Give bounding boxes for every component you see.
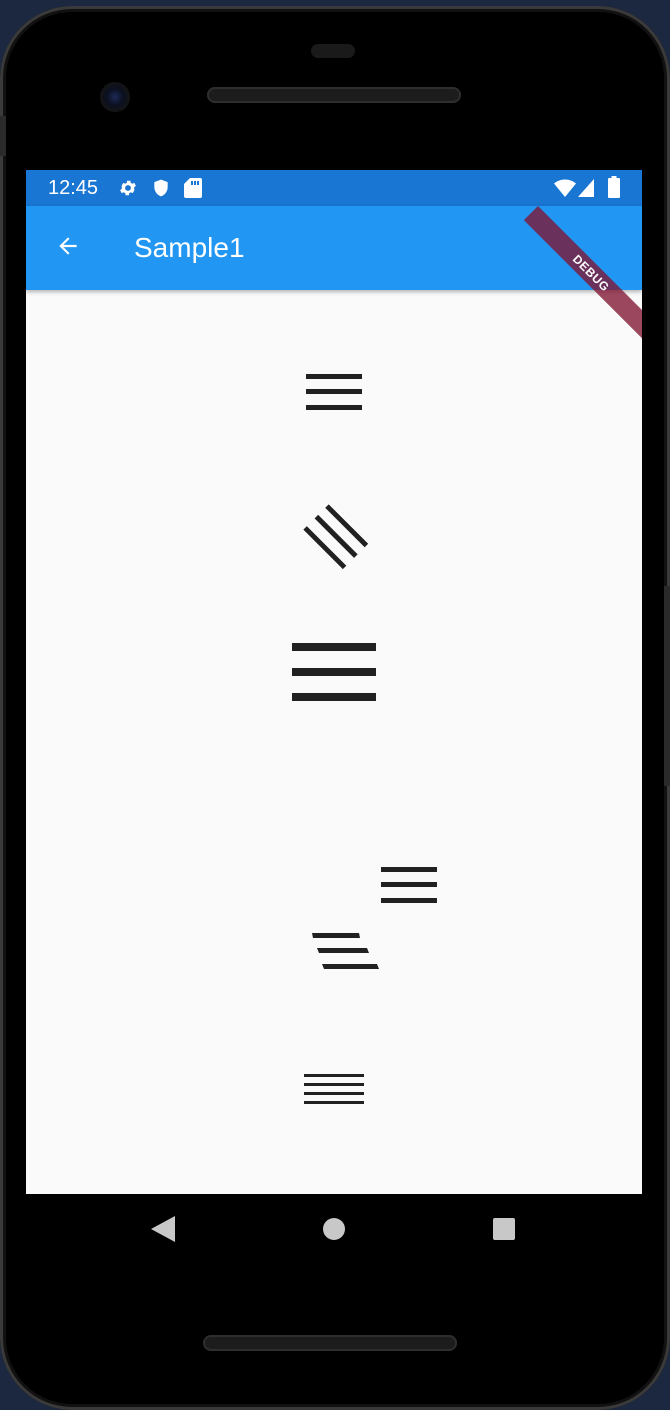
system-nav-bar [26, 1194, 642, 1266]
menu-icon-large [292, 643, 376, 706]
back-button[interactable] [42, 222, 94, 274]
status-time: 12:45 [48, 177, 99, 199]
signal-icon [578, 179, 594, 202]
bottom-speaker-grille [203, 1335, 457, 1351]
earpiece [311, 44, 355, 58]
home-circle-icon [322, 1217, 346, 1246]
nav-home-button[interactable] [319, 1216, 349, 1246]
side-button-left [0, 116, 6, 156]
back-triangle-icon [151, 1215, 175, 1247]
page-title: Sample1 [134, 232, 245, 263]
nav-recents-button[interactable] [489, 1216, 519, 1246]
side-button-right [664, 586, 670, 786]
battery-icon [608, 176, 620, 203]
nav-back-button[interactable] [148, 1215, 178, 1247]
menu-icon-rotated [300, 504, 369, 573]
recents-square-icon [493, 1217, 515, 1245]
menu-icon [306, 374, 362, 415]
menu-icon-scaled [304, 1074, 364, 1109]
phone-frame: 12:45 Sample1 DEBUG [0, 6, 670, 1410]
screen: 12:45 Sample1 DEBUG [26, 170, 642, 1194]
menu-icon-offset [381, 867, 437, 908]
top-speaker-grille [207, 87, 461, 103]
arrow-back-icon [55, 233, 81, 264]
shield-icon [151, 178, 171, 203]
status-bar: 12:45 [26, 170, 642, 206]
front-camera [100, 82, 130, 112]
wifi-icon [554, 179, 576, 202]
sd-card-icon [184, 178, 202, 203]
gear-icon [118, 178, 138, 203]
menu-icon-skewed [312, 933, 380, 976]
